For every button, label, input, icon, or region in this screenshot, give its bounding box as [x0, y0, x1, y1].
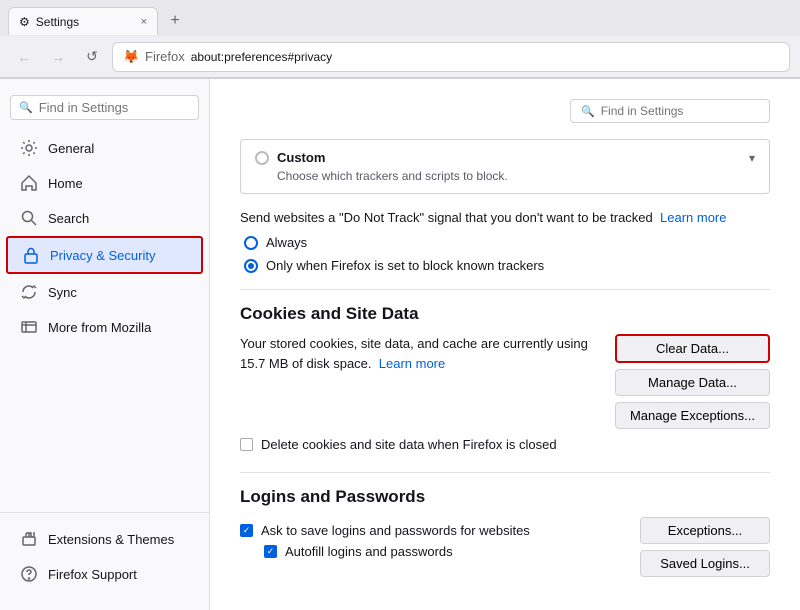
- chevron-down-icon: ▾: [749, 151, 755, 165]
- nav-bar: ← → ↺ 🦊 Firefox about:preferences#privac…: [0, 36, 800, 78]
- dnt-learn-more[interactable]: Learn more: [660, 210, 726, 225]
- sidebar-item-extensions[interactable]: Extensions & Themes: [6, 522, 203, 556]
- forward-button[interactable]: →: [44, 43, 72, 71]
- puzzle-icon: [20, 530, 38, 548]
- cookies-section: Cookies and Site Data Your stored cookie…: [240, 304, 770, 452]
- dnt-trackers-radio[interactable]: [244, 259, 258, 273]
- custom-label: Custom: [255, 150, 325, 165]
- exceptions-button[interactable]: Exceptions...: [640, 517, 770, 544]
- cookies-learn-more[interactable]: Learn more: [379, 356, 445, 371]
- cookies-row: Your stored cookies, site data, and cach…: [240, 334, 770, 429]
- lock-icon: [22, 246, 40, 264]
- address-protocol: Firefox: [145, 49, 185, 64]
- find-icon: 🔍: [581, 105, 595, 118]
- dnt-radio-group: Always Only when Firefox is set to block…: [240, 235, 770, 273]
- cookies-title: Cookies and Site Data: [240, 304, 770, 324]
- sidebar-item-support[interactable]: Firefox Support: [6, 557, 203, 591]
- new-tab-button[interactable]: +: [162, 8, 188, 34]
- find-in-settings-box[interactable]: 🔍: [570, 99, 770, 123]
- ask-save-row[interactable]: Ask to save logins and passwords for web…: [240, 523, 620, 538]
- sidebar-item-privacy[interactable]: Privacy & Security: [6, 236, 203, 274]
- custom-title: Custom: [277, 150, 325, 165]
- home-icon: [20, 174, 38, 192]
- sidebar-search-label: Search: [48, 211, 89, 226]
- sidebar-item-mozilla[interactable]: More from Mozilla: [6, 310, 203, 344]
- logins-title: Logins and Passwords: [240, 487, 770, 507]
- clear-data-button[interactable]: Clear Data...: [615, 334, 770, 363]
- firefox-logo: 🦊: [123, 49, 139, 65]
- tab-close-btn[interactable]: ×: [141, 16, 147, 28]
- sidebar-item-general[interactable]: General: [6, 131, 203, 165]
- dnt-always-radio[interactable]: [244, 236, 258, 250]
- mozilla-icon: [20, 318, 38, 336]
- sidebar-support-label: Firefox Support: [48, 567, 137, 582]
- sidebar-extensions-label: Extensions & Themes: [48, 532, 174, 547]
- logins-section: Logins and Passwords Ask to save logins …: [240, 487, 770, 577]
- main-content: 🔍 Custom ▾ Choose which trackers and scr…: [210, 79, 800, 610]
- settings-container: 🔍 General Home: [0, 79, 800, 610]
- sidebar-search-box[interactable]: 🔍: [10, 95, 199, 120]
- sidebar-item-home[interactable]: Home: [6, 166, 203, 200]
- sidebar: 🔍 General Home: [0, 79, 210, 610]
- custom-description: Choose which trackers and scripts to blo…: [255, 169, 755, 183]
- manage-exceptions-button[interactable]: Manage Exceptions...: [615, 402, 770, 429]
- address-url: about:preferences#privacy: [191, 50, 332, 64]
- autofill-checkbox[interactable]: [264, 545, 277, 558]
- delete-cookies-checkbox[interactable]: [240, 438, 253, 451]
- address-bar[interactable]: 🦊 Firefox about:preferences#privacy: [112, 42, 790, 72]
- logins-buttons: Exceptions... Saved Logins...: [640, 517, 770, 577]
- tab-bar: ⚙ Settings × +: [0, 0, 800, 36]
- back-button[interactable]: ←: [10, 43, 38, 71]
- cookies-buttons: Clear Data... Manage Data... Manage Exce…: [615, 334, 770, 429]
- cookies-description: Your stored cookies, site data, and cach…: [240, 334, 595, 373]
- search-icon: [20, 209, 38, 227]
- sidebar-search-icon: 🔍: [19, 101, 33, 114]
- sync-icon: [20, 283, 38, 301]
- dnt-trackers-label: Only when Firefox is set to block known …: [266, 258, 544, 273]
- autofill-label: Autofill logins and passwords: [285, 544, 453, 559]
- sidebar-mozilla-label: More from Mozilla: [48, 320, 151, 335]
- tab-title: Settings: [36, 15, 79, 29]
- tab-favicon: ⚙: [19, 15, 30, 29]
- autofill-checkbox-row[interactable]: Autofill logins and passwords: [264, 544, 620, 559]
- browser-chrome: ⚙ Settings × + ← → ↺ 🦊 Firefox about:pre…: [0, 0, 800, 79]
- sidebar-sync-label: Sync: [48, 285, 77, 300]
- dnt-always-label: Always: [266, 235, 307, 250]
- manage-data-button[interactable]: Manage Data...: [615, 369, 770, 396]
- sidebar-item-sync[interactable]: Sync: [6, 275, 203, 309]
- autofill-row: Autofill logins and passwords: [240, 544, 620, 559]
- dnt-text: Send websites a "Do Not Track" signal th…: [240, 210, 770, 225]
- custom-section: Custom ▾ Choose which trackers and scrip…: [240, 139, 770, 194]
- dnt-trackers-option[interactable]: Only when Firefox is set to block known …: [244, 258, 770, 273]
- dnt-always-option[interactable]: Always: [244, 235, 770, 250]
- ask-save-checkbox[interactable]: [240, 524, 253, 537]
- sidebar-general-label: General: [48, 141, 94, 156]
- delete-cookies-row[interactable]: Delete cookies and site data when Firefo…: [240, 437, 770, 452]
- settings-tab[interactable]: ⚙ Settings ×: [8, 7, 158, 35]
- find-in-settings-input[interactable]: [601, 104, 759, 118]
- sidebar-privacy-label: Privacy & Security: [50, 248, 155, 263]
- sidebar-search-input[interactable]: [39, 100, 190, 115]
- sidebar-item-search[interactable]: Search: [6, 201, 203, 235]
- logins-options: Ask to save logins and passwords for web…: [240, 517, 620, 559]
- sidebar-home-label: Home: [48, 176, 83, 191]
- logins-row: Ask to save logins and passwords for web…: [240, 517, 770, 577]
- custom-header: Custom ▾: [255, 150, 755, 165]
- divider: [240, 289, 770, 290]
- delete-cookies-label: Delete cookies and site data when Firefo…: [261, 437, 557, 452]
- ask-save-label: Ask to save logins and passwords for web…: [261, 523, 530, 538]
- gear-icon: [20, 139, 38, 157]
- dnt-section: Send websites a "Do Not Track" signal th…: [240, 210, 770, 273]
- nav-items: General Home Search Privac: [0, 130, 209, 508]
- find-in-settings-container: 🔍: [240, 99, 770, 123]
- sidebar-bottom: Extensions & Themes Firefox Support: [0, 512, 209, 600]
- saved-logins-button[interactable]: Saved Logins...: [640, 550, 770, 577]
- divider-2: [240, 472, 770, 473]
- reload-button[interactable]: ↺: [78, 43, 106, 71]
- custom-radio[interactable]: [255, 151, 269, 165]
- help-icon: [20, 565, 38, 583]
